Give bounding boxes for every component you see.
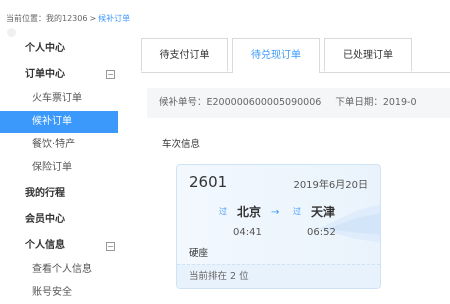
sidebar-section-label: 个人信息	[25, 240, 65, 251]
queue-prefix: 当前排在	[189, 271, 228, 282]
seat-type: 硬座	[189, 248, 209, 259]
sidebar-item-train-ticket-orders[interactable]: 火车票订单	[0, 88, 118, 110]
order-date-label: 下单日期：	[335, 97, 383, 108]
sidebar-item-personal-center[interactable]: 个人中心	[0, 38, 118, 60]
train-number: 2601	[189, 173, 228, 191]
order-tabs: 待支付订单 待兑现订单 已处理订单	[141, 38, 450, 73]
train-date: 2019年6月20日	[293, 180, 368, 191]
queue-status: 当前排在 2 位	[177, 264, 380, 288]
sidebar-item-my-trips[interactable]: 我的行程	[0, 183, 118, 205]
arrow-right-icon: →	[271, 207, 280, 218]
departure-station: 北京	[237, 205, 262, 219]
departure-time: 04:41	[233, 227, 262, 238]
breadcrumb-separator: >	[89, 14, 97, 23]
breadcrumb-prefix: 当前位置：	[6, 14, 46, 23]
sidebar-item-member-center[interactable]: 会员中心	[0, 209, 118, 231]
sidebar-item-insurance-orders[interactable]: 保险订单	[0, 157, 118, 179]
sidebar-item-order-center[interactable]: 订单中心	[0, 64, 118, 86]
sidebar-item-personal-info[interactable]: 个人信息	[0, 235, 118, 257]
tab-processed[interactable]: 已处理订单	[324, 38, 412, 71]
pass-through-tag: 过	[293, 207, 301, 216]
arrival-station: 天津	[311, 205, 336, 219]
train-route: 过 北京 → 过 天津	[177, 203, 357, 223]
tab-pending-fulfillment[interactable]: 待兑现订单	[232, 38, 320, 73]
train-card[interactable]: 2601 2019年6月20日 过 北京 → 过 天津 04:41 06:52 …	[176, 164, 381, 289]
sidebar: 个人中心 订单中心 − 火车票订单 候补订单 餐饮·特产 保险订单 我的行程 会…	[0, 38, 132, 300]
sidebar-item-waitlist-orders[interactable]: 候补订单	[0, 111, 118, 133]
queue-position: 2	[230, 271, 237, 282]
tab-pending-payment[interactable]: 待支付订单	[141, 38, 228, 71]
queue-suffix: 位	[239, 271, 249, 282]
order-summary-bar: 候补单号：E200000600005090006 下单日期：2019-0	[147, 88, 450, 118]
breadcrumb: 当前位置：我的12306 > 候补订单	[6, 13, 130, 24]
sidebar-section-label: 订单中心	[25, 69, 65, 80]
arrival-time: 06:52	[307, 227, 336, 238]
sidebar-item-account-security[interactable]: 账号安全	[0, 282, 118, 304]
pass-through-tag: 过	[219, 207, 227, 216]
order-number-label: 候补单号：	[159, 97, 207, 108]
collapse-icon[interactable]: −	[106, 70, 115, 79]
sidebar-item-view-personal-info[interactable]: 查看个人信息	[0, 259, 118, 281]
sidebar-item-food-specialty[interactable]: 餐饮·特产	[0, 134, 118, 156]
collapse-icon[interactable]: −	[106, 242, 115, 251]
order-date: 2019-0	[382, 97, 417, 108]
breadcrumb-current: 候补订单	[98, 14, 131, 23]
decorative-dot	[7, 28, 16, 37]
breadcrumb-root-link[interactable]: 我的12306	[46, 14, 87, 23]
train-info-heading: 车次信息	[162, 139, 201, 150]
order-number: E200000600005090006	[206, 97, 322, 108]
